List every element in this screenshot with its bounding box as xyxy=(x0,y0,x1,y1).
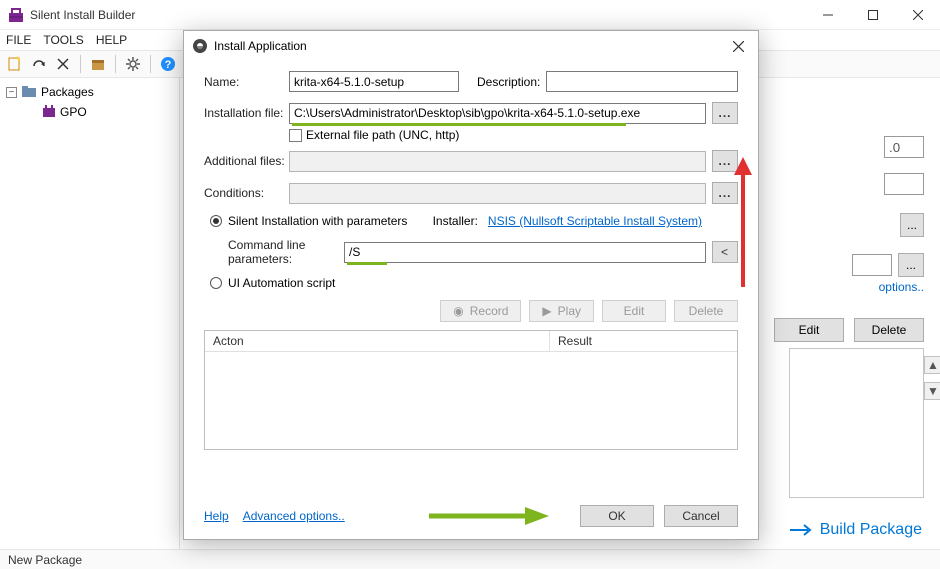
delete-button-bg[interactable]: Delete xyxy=(854,318,924,342)
menu-file[interactable]: FILE xyxy=(6,33,31,47)
cmd-params-label: Command line parameters: xyxy=(204,238,344,266)
package-icon[interactable] xyxy=(89,55,107,73)
delete-icon[interactable] xyxy=(54,55,72,73)
installation-file-input[interactable] xyxy=(289,103,706,124)
cancel-button[interactable]: Cancel xyxy=(664,505,738,527)
install-file-label: Installation file: xyxy=(204,106,289,120)
additional-files-input[interactable] xyxy=(289,151,706,172)
dialog-close-button[interactable] xyxy=(726,34,750,58)
new-icon[interactable] xyxy=(6,55,24,73)
ui-automation-radio-row[interactable]: UI Automation script xyxy=(210,276,738,290)
bg-field-2[interactable] xyxy=(852,254,892,276)
description-label: Description: xyxy=(477,75,540,89)
collapse-icon[interactable]: − xyxy=(6,87,17,98)
delete-button[interactable]: Delete xyxy=(674,300,738,322)
silent-install-label: Silent Installation with parameters xyxy=(228,214,407,228)
tree-child-label: GPO xyxy=(60,105,87,119)
bg-browse-2[interactable]: ... xyxy=(898,253,924,277)
dialog-title: Install Application xyxy=(214,39,307,53)
play-button[interactable]: ▶Play xyxy=(529,300,594,322)
dialog-icon xyxy=(192,38,208,54)
app-title: Silent Install Builder xyxy=(30,8,135,22)
edit-button-bg[interactable]: Edit xyxy=(774,318,844,342)
gear-icon[interactable] xyxy=(124,55,142,73)
checkbox-icon[interactable] xyxy=(289,129,302,142)
radio-selected-icon[interactable] xyxy=(210,215,222,227)
record-icon: ◉ xyxy=(453,304,463,318)
main-titlebar: Silent Install Builder xyxy=(0,0,940,30)
action-column-header[interactable]: Acton xyxy=(205,331,550,351)
play-icon: ▶ xyxy=(542,304,551,318)
statusbar: New Package xyxy=(0,549,940,569)
name-input[interactable] xyxy=(289,71,459,92)
silent-install-radio-row[interactable]: Silent Installation with parameters Inst… xyxy=(210,214,738,228)
external-path-label: External file path (UNC, http) xyxy=(306,128,459,142)
browse-additional-files-button[interactable]: ... xyxy=(712,150,738,172)
toolbar-separator xyxy=(115,55,116,73)
maximize-button[interactable] xyxy=(850,0,895,29)
move-up-button[interactable]: ▲ xyxy=(924,356,940,374)
description-input[interactable] xyxy=(546,71,738,92)
help-icon[interactable]: ? xyxy=(159,55,177,73)
radio-unselected-icon[interactable] xyxy=(210,277,222,289)
tree-child[interactable]: GPO xyxy=(6,102,173,122)
installer-label: Installer: xyxy=(433,214,478,228)
toolbar-separator xyxy=(80,55,81,73)
installer-type-link[interactable]: NSIS (Nullsoft Scriptable Install System… xyxy=(488,214,702,228)
ui-automation-label: UI Automation script xyxy=(228,276,335,290)
cmd-params-button[interactable]: < xyxy=(712,241,738,263)
record-button[interactable]: ◉Record xyxy=(440,300,521,322)
action-grid: Acton Result xyxy=(204,330,738,450)
browse-conditions-button[interactable]: ... xyxy=(712,182,738,204)
tree-root-label: Packages xyxy=(41,85,94,99)
menu-help[interactable]: HELP xyxy=(96,33,127,47)
redo-icon[interactable] xyxy=(30,55,48,73)
app-icon xyxy=(8,7,24,23)
external-path-checkbox-row[interactable]: External file path (UNC, http) xyxy=(289,128,738,142)
name-label: Name: xyxy=(204,75,289,89)
help-link[interactable]: Help xyxy=(204,509,229,523)
annotation-green-arrow xyxy=(429,506,549,526)
cmd-params-input[interactable] xyxy=(344,242,706,263)
bg-list xyxy=(789,348,924,498)
tree-root[interactable]: − Packages xyxy=(6,82,173,102)
package-icon xyxy=(42,104,56,121)
install-application-dialog: Install Application Name: Description: I… xyxy=(183,30,759,540)
folder-icon xyxy=(21,84,37,101)
close-button[interactable] xyxy=(895,0,940,29)
toolbar-separator xyxy=(150,55,151,73)
version-field[interactable] xyxy=(884,136,924,158)
tree-pane: − Packages GPO xyxy=(0,78,180,549)
menu-tools[interactable]: TOOLS xyxy=(43,33,83,47)
move-down-button[interactable]: ▼ xyxy=(924,382,940,400)
conditions-label: Conditions: xyxy=(204,186,289,200)
advanced-options-link[interactable]: Advanced options.. xyxy=(243,509,345,523)
edit-button[interactable]: Edit xyxy=(602,300,666,322)
build-package-link[interactable]: Build Package xyxy=(790,521,922,539)
minimize-button[interactable] xyxy=(805,0,850,29)
bg-field-1[interactable] xyxy=(884,173,924,195)
dialog-footer: Help Advanced options.. OK Cancel xyxy=(184,493,758,539)
additional-files-label: Additional files: xyxy=(204,154,289,168)
ok-button[interactable]: OK xyxy=(580,505,654,527)
svg-text:?: ? xyxy=(165,59,172,71)
bg-browse-1[interactable]: ... xyxy=(900,213,924,237)
dialog-titlebar: Install Application xyxy=(184,31,758,61)
status-text: New Package xyxy=(8,553,82,567)
conditions-input[interactable] xyxy=(289,183,706,204)
options-link[interactable]: options.. xyxy=(879,280,924,294)
result-column-header[interactable]: Result xyxy=(550,331,600,351)
browse-installation-file-button[interactable]: ... xyxy=(712,102,738,124)
